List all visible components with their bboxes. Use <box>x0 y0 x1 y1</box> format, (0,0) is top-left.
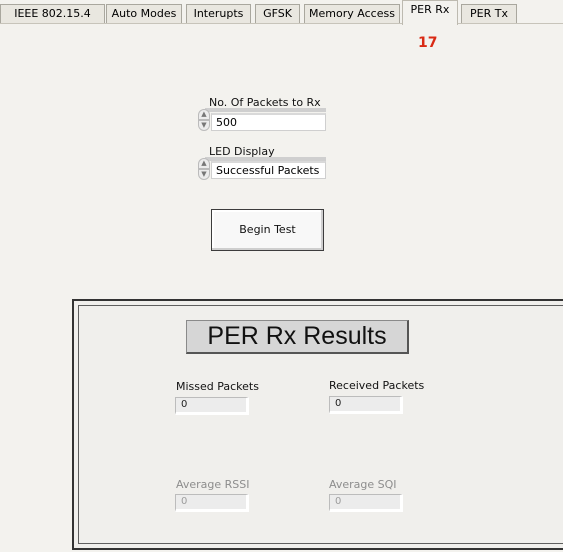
increment-arrow-icon[interactable]: ▲ <box>198 109 210 120</box>
average-sqi-label: Average SQI <box>329 478 397 491</box>
average-rssi-value: 0 <box>175 494 249 512</box>
tab-per-tx[interactable]: PER Tx <box>461 4 517 23</box>
led-display-field[interactable]: Successful Packets <box>211 161 326 179</box>
increment-arrow-icon[interactable]: ▲ <box>198 158 210 169</box>
test-counter: 17 <box>418 35 438 51</box>
results-title: PER Rx Results <box>186 320 409 354</box>
average-sqi-value: 0 <box>329 494 403 512</box>
missed-packets-label: Missed Packets <box>176 380 259 393</box>
packets-input[interactable]: 500 <box>211 113 326 131</box>
tab-bar: IEEE 802.15.4 Auto Modes Interupts GFSK … <box>0 0 563 25</box>
tab-ieee-802-15-4[interactable]: IEEE 802.15.4 <box>0 4 105 23</box>
missed-packets-value: 0 <box>175 397 249 415</box>
tab-memory-access[interactable]: Memory Access <box>304 4 400 23</box>
tab-gfsk[interactable]: GFSK <box>255 4 300 23</box>
decrement-arrow-icon[interactable]: ▼ <box>198 169 210 180</box>
begin-test-button[interactable]: Begin Test <box>211 209 324 251</box>
tab-auto-modes[interactable]: Auto Modes <box>106 4 182 23</box>
decrement-arrow-icon[interactable]: ▼ <box>198 120 210 131</box>
led-spinner[interactable]: ▲ ▼ <box>198 158 210 180</box>
tab-interupts[interactable]: Interupts <box>186 4 251 23</box>
packets-label-bar <box>205 108 326 112</box>
average-rssi-label: Average RSSI <box>176 478 250 491</box>
received-packets-value: 0 <box>329 396 403 414</box>
packets-spinner[interactable]: ▲ ▼ <box>198 109 210 131</box>
received-packets-label: Received Packets <box>329 379 425 392</box>
tab-divider <box>0 23 563 24</box>
tab-per-rx[interactable]: PER Rx <box>402 0 458 25</box>
